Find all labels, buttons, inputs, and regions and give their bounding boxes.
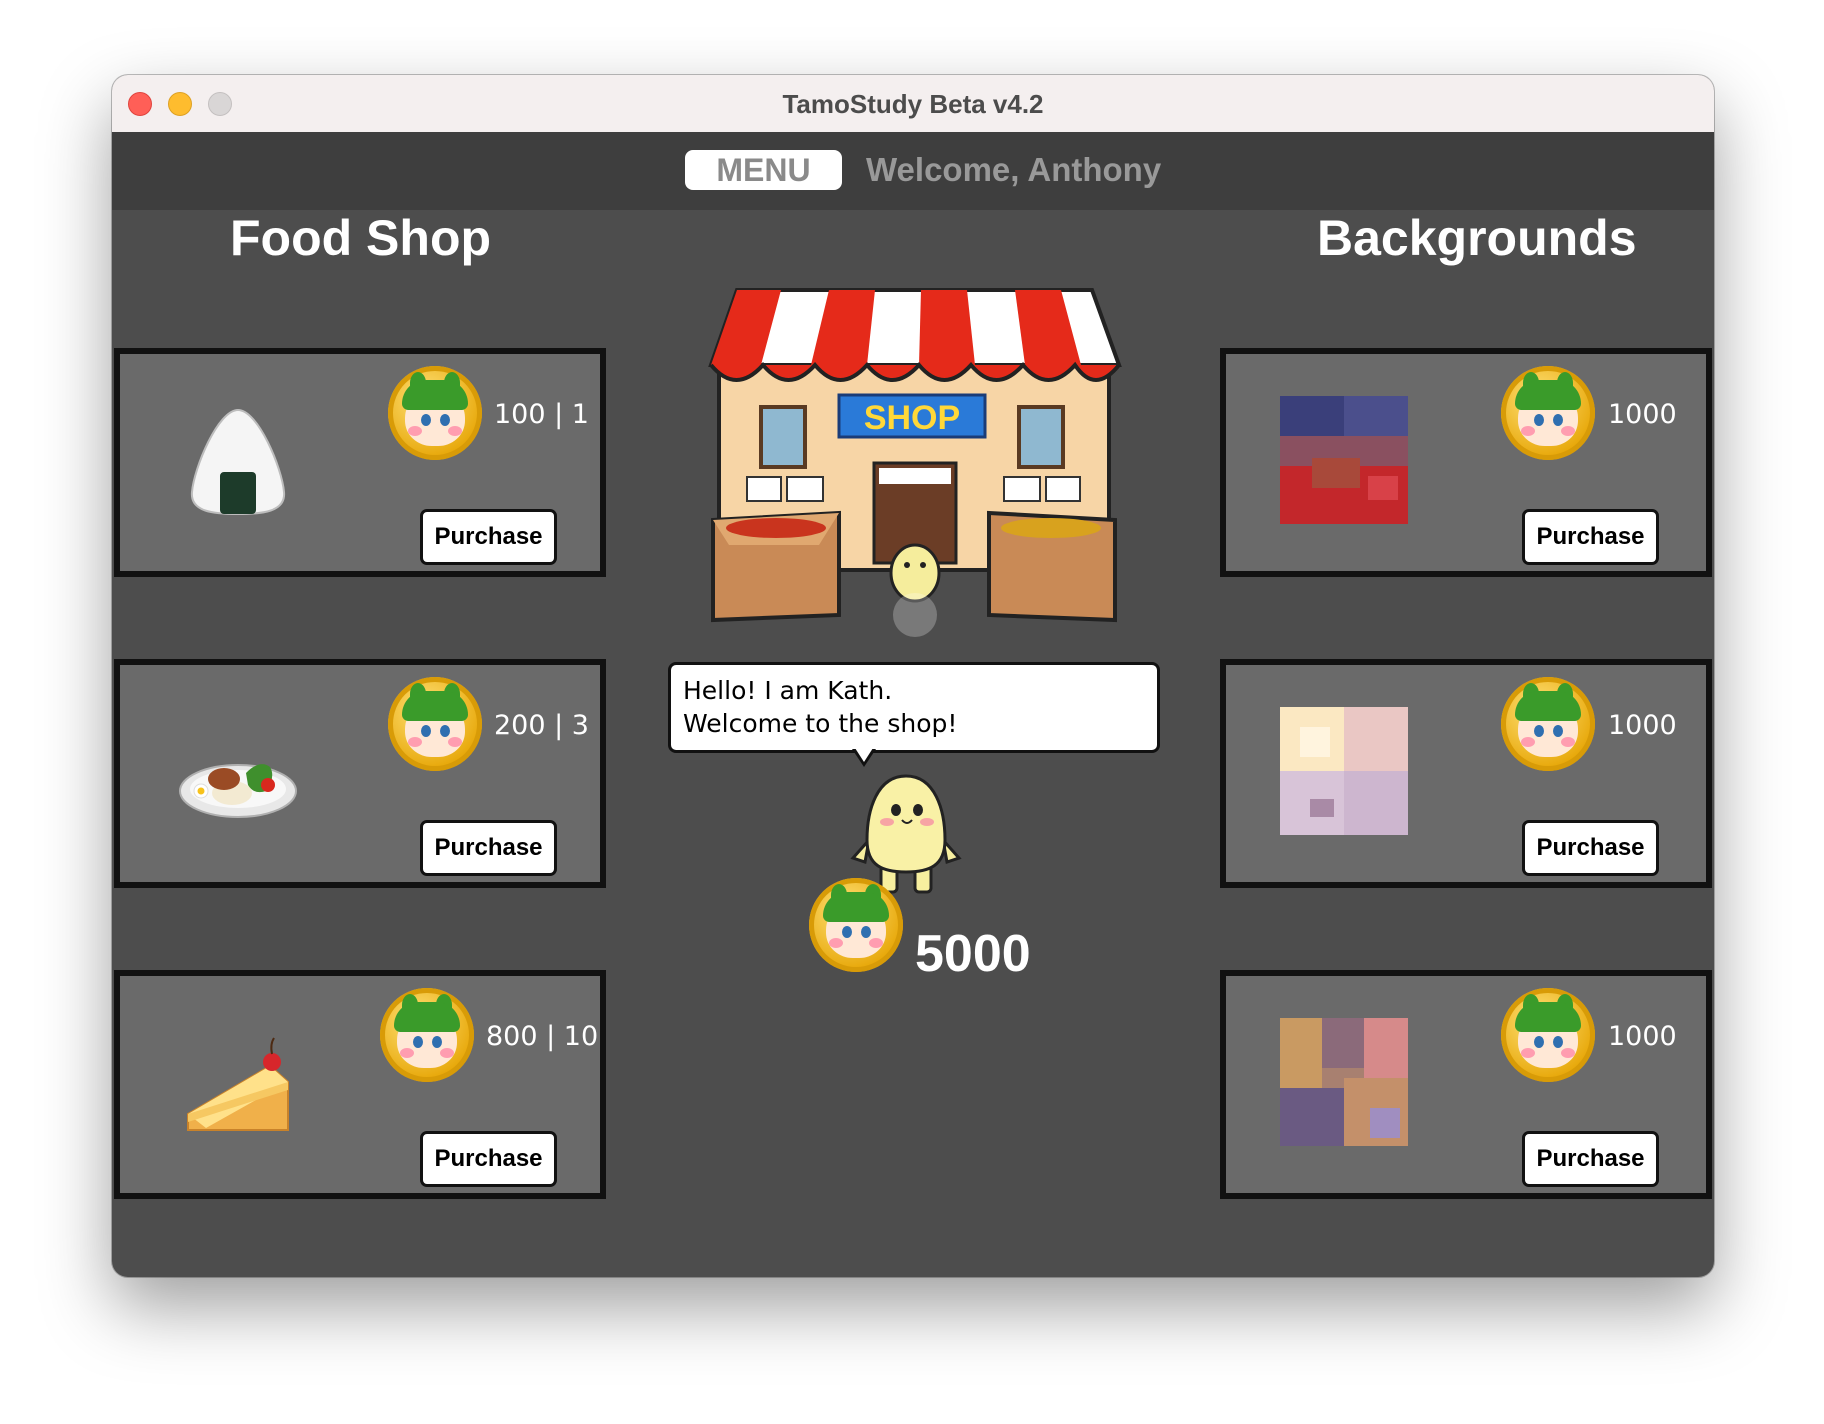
price-label: 800 | 10 xyxy=(486,1021,599,1052)
speech-line-2: Welcome to the shop! xyxy=(683,709,958,738)
app-window: TamoStudy Beta v4.2 MENU Welcome, Anthon… xyxy=(112,75,1714,1277)
backgrounds-title: Backgrounds xyxy=(1317,210,1637,266)
coin-icon xyxy=(1501,366,1595,460)
food-shop-title: Food Shop xyxy=(230,210,492,266)
food-item-card: 800 | 10 Purchase xyxy=(114,970,606,1199)
purchase-button[interactable]: Purchase xyxy=(1522,509,1659,565)
background-thumbnail-2 xyxy=(1280,707,1408,835)
purchase-button[interactable]: Purchase xyxy=(1522,820,1659,876)
background-item-card: 1000 Purchase xyxy=(1220,970,1712,1199)
purchase-button[interactable]: Purchase xyxy=(1522,1131,1659,1187)
cheesecake-icon xyxy=(187,1037,289,1131)
coin-icon xyxy=(388,366,482,460)
food-item-card: 200 | 3 Purchase xyxy=(114,659,606,888)
price-label: 100 | 1 xyxy=(494,399,589,430)
coin-icon xyxy=(1501,988,1595,1082)
onigiri-icon xyxy=(190,408,286,516)
shop-building-illustration: SHOP xyxy=(708,288,1122,637)
background-thumbnail-1 xyxy=(1280,396,1408,524)
balance-coin-icon xyxy=(809,878,903,972)
top-bar: MENU Welcome, Anthony xyxy=(112,132,1714,210)
speech-line-1: Hello! I am Kath. xyxy=(683,676,893,705)
price-label: 1000 xyxy=(1608,399,1677,430)
coin-icon xyxy=(388,677,482,771)
welcome-text: Welcome, Anthony xyxy=(866,151,1162,188)
coin-icon xyxy=(1501,677,1595,771)
price-label: 1000 xyxy=(1608,1021,1677,1052)
coin-icon xyxy=(380,988,474,1082)
food-item-card: 100 | 1 Purchase xyxy=(114,348,606,577)
purchase-button[interactable]: Purchase xyxy=(420,820,557,876)
coin-balance: 5000 xyxy=(915,925,1031,983)
price-label: 200 | 3 xyxy=(494,710,589,741)
menu-button[interactable]: MENU xyxy=(685,150,842,190)
window-title: TamoStudy Beta v4.2 xyxy=(782,89,1044,119)
purchase-button[interactable]: Purchase xyxy=(420,1131,557,1187)
background-item-card: 1000 Purchase xyxy=(1220,659,1712,888)
title-bar: TamoStudy Beta v4.2 xyxy=(112,75,1714,133)
price-label: 1000 xyxy=(1608,710,1677,741)
chicken-plate-icon xyxy=(179,764,297,818)
shop-sign-text: SHOP xyxy=(864,399,960,437)
shopkeeper-speech-bubble: Hello! I am Kath. Welcome to the shop! xyxy=(668,662,1160,753)
shopkeeper-kath-character xyxy=(850,774,962,894)
background-item-card: 1000 Purchase xyxy=(1220,348,1712,577)
purchase-button[interactable]: Purchase xyxy=(420,509,557,565)
background-thumbnail-3 xyxy=(1280,1018,1408,1146)
